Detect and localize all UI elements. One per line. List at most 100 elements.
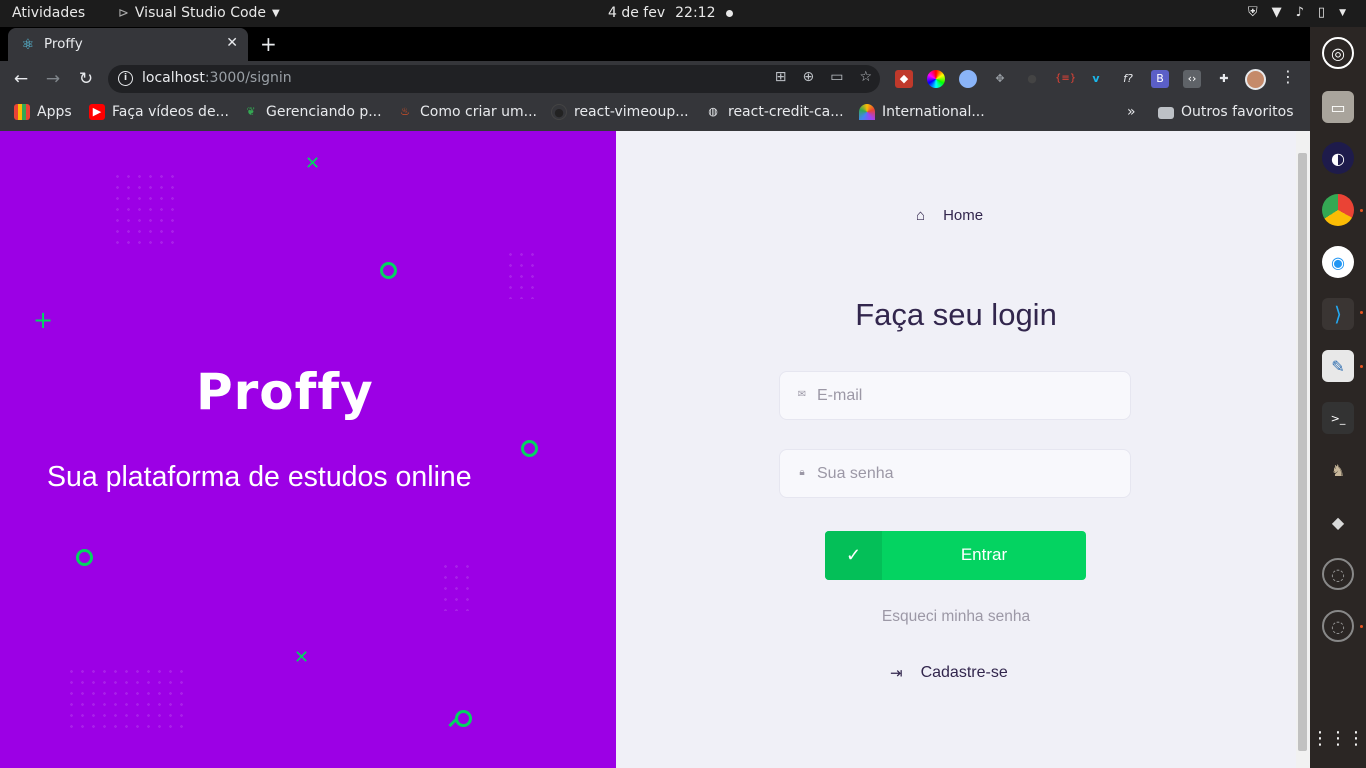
- password-input[interactable]: [817, 450, 1117, 497]
- bracket-extension-icon[interactable]: B: [1151, 70, 1169, 88]
- activities-button[interactable]: Atividades: [12, 5, 85, 21]
- home-link-label: Home: [943, 207, 984, 224]
- dock: ◎ ▭ ◐ ◉ ⟩ ✎ >_ ♞ ◆ ◌ ◌ ⋮⋮⋮: [1310, 27, 1366, 768]
- forgot-password-link[interactable]: Esqueci minha senha: [616, 608, 1296, 626]
- obs-studio-icon[interactable]: ◎: [1322, 37, 1354, 69]
- url-host: localhost: [142, 70, 205, 86]
- text-editor-icon[interactable]: ✎: [1322, 350, 1354, 382]
- react-icon: ⚛: [21, 37, 35, 53]
- scrollbar-thumb[interactable]: [1298, 153, 1307, 751]
- sign-in-icon: ⇥: [890, 665, 903, 682]
- address-bar[interactable]: i localhost:3000/signin ⊞ ⊕ ▭ ☆: [108, 65, 880, 93]
- star-icon[interactable]: ☆: [859, 69, 872, 85]
- bookmark-item[interactable]: ▶ Faça vídeos de...: [89, 104, 229, 120]
- nbc-icon: [859, 104, 875, 120]
- ring-icon: [380, 262, 397, 279]
- app-menu-label: Visual Studio Code: [134, 5, 267, 21]
- bookmark-label: Apps: [37, 104, 72, 120]
- flame-icon: ♨: [400, 105, 410, 118]
- circle-extension-icon[interactable]: [959, 70, 977, 88]
- other-bookmarks-folder[interactable]: Outros favoritos: [1158, 104, 1294, 120]
- tab-title: Proffy: [44, 36, 83, 52]
- braces-extension-icon[interactable]: {≡}: [1055, 70, 1076, 88]
- move-extension-icon[interactable]: ✥: [991, 70, 1009, 88]
- tab-proffy[interactable]: ⚛ Proffy ✕: [8, 28, 248, 61]
- system-tray[interactable]: ⛨ ▼ ♪ ▯ ▼: [1248, 5, 1346, 20]
- wifi-icon: ▼: [1271, 5, 1282, 20]
- bookmarks-bar: Apps ▶ Faça vídeos de... ❦ Gerenciando p…: [0, 97, 1310, 131]
- home-link[interactable]: ⌂ Home: [916, 207, 983, 224]
- check-icon: ✓: [825, 531, 882, 580]
- email-input[interactable]: [817, 372, 1117, 419]
- bookmark-item[interactable]: International...: [859, 104, 985, 120]
- close-icon[interactable]: ✕: [226, 35, 238, 51]
- more-menu-icon[interactable]: ⋮: [1280, 67, 1296, 86]
- reader-mode-icon[interactable]: ▭: [830, 69, 843, 85]
- battery-icon: ▯: [1317, 5, 1326, 20]
- zoom-icon[interactable]: ⊕: [802, 69, 814, 85]
- tab-strip: ⚛ Proffy ✕ +: [0, 27, 1310, 61]
- inkscape-icon[interactable]: ◆: [1322, 506, 1354, 538]
- dot-pattern: [112, 171, 182, 251]
- bookmark-item[interactable]: ● react-vimeoup...: [551, 104, 689, 120]
- terminal-icon[interactable]: >_: [1322, 402, 1354, 434]
- new-tab-button[interactable]: +: [260, 32, 277, 56]
- browser-window: ⚛ Proffy ✕ + ← → ↻ i localhost:3000/sign…: [0, 27, 1310, 131]
- signup-link[interactable]: ⇥ Cadastre-se: [890, 664, 1008, 682]
- eclipse-icon[interactable]: ◐: [1322, 142, 1354, 174]
- bookmark-label: react-vimeoup...: [574, 104, 689, 120]
- extension-icon[interactable]: ◆: [895, 70, 913, 88]
- tagline: Sua plataforma de estudos online: [47, 461, 472, 493]
- page-scrollbar[interactable]: [1296, 131, 1310, 768]
- function-extension-icon[interactable]: f?: [1119, 70, 1137, 88]
- search-icon: [455, 710, 472, 727]
- dot-pattern: [440, 561, 470, 611]
- info-icon[interactable]: i: [118, 71, 133, 86]
- page-viewport: ✕ + ✕ Proffy Sua plataforma de estudos o…: [0, 131, 1310, 768]
- url-path: :3000/signin: [204, 70, 292, 86]
- vscode-icon[interactable]: ⟩: [1322, 298, 1354, 330]
- chevron-down-icon: ▼: [272, 7, 280, 19]
- running-indicator: [1360, 625, 1363, 628]
- login-panel: ⌂ Home Faça seu login ✉ 🔒︎ ✓ Entrar Esqu…: [616, 131, 1296, 768]
- app-menu[interactable]: ⊳ Visual Studio Code ▼: [118, 5, 280, 21]
- bookmark-item[interactable]: ❦ Gerenciando p...: [243, 104, 381, 120]
- bookmark-label: International...: [882, 104, 985, 120]
- files-icon[interactable]: ▭: [1322, 91, 1354, 123]
- translate-icon[interactable]: ⊞: [775, 69, 787, 85]
- youtube-icon: ▶: [89, 104, 105, 120]
- dark-extension-icon[interactable]: ●: [1023, 70, 1041, 88]
- url-text[interactable]: localhost:3000/signin: [142, 70, 292, 86]
- profile-avatar[interactable]: [1245, 69, 1266, 90]
- running-indicator: [1360, 311, 1363, 314]
- chrome-icon[interactable]: [1322, 194, 1354, 226]
- clock[interactable]: 4 de fev 22:12: [608, 5, 733, 21]
- login-button-label: Entrar: [960, 545, 1008, 564]
- disk-icon[interactable]: ◌: [1322, 558, 1354, 590]
- running-indicator: [1360, 365, 1363, 368]
- reload-icon[interactable]: ↻: [75, 68, 97, 90]
- disk-icon[interactable]: ◌: [1322, 610, 1354, 642]
- back-arrow-icon[interactable]: ←: [10, 68, 32, 90]
- vimeo-icon[interactable]: v: [1087, 70, 1105, 88]
- clock-time: 22:12: [675, 5, 716, 21]
- clock-date: 4 de fev: [608, 5, 666, 21]
- color-wheel-extension-icon[interactable]: [927, 70, 945, 88]
- login-button[interactable]: ✓ Entrar: [825, 531, 1086, 580]
- shield-icon: ⛨: [1247, 5, 1258, 20]
- extensions-area: ◆ ✥ ● {≡} v f? B ‹› ✚: [895, 70, 1233, 88]
- folder-icon: [1158, 107, 1174, 119]
- forward-arrow-icon[interactable]: →: [42, 68, 64, 90]
- code-extension-icon[interactable]: ‹›: [1183, 70, 1201, 88]
- more-bookmarks-button[interactable]: »: [1127, 104, 1136, 120]
- puzzle-icon[interactable]: ✚: [1215, 70, 1233, 88]
- show-applications-icon[interactable]: ⋮⋮⋮: [1311, 722, 1365, 754]
- bookmark-apps[interactable]: Apps: [14, 104, 72, 120]
- bookmark-item[interactable]: ◍ react-credit-ca...: [705, 104, 843, 120]
- gimp-icon[interactable]: ♞: [1322, 454, 1354, 486]
- volume-icon: ♪: [1295, 5, 1304, 20]
- globe-icon: ◍: [708, 105, 718, 118]
- insomnia-icon[interactable]: ◉: [1322, 246, 1354, 278]
- bookmark-item[interactable]: ♨ Como criar um...: [397, 104, 537, 120]
- email-field: ✉: [779, 371, 1131, 420]
